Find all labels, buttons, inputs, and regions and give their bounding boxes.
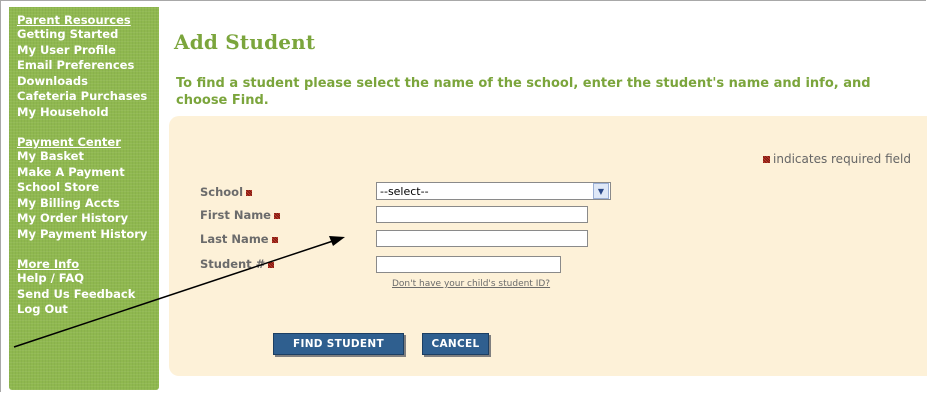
annotation-arrow: [13, 236, 345, 348]
